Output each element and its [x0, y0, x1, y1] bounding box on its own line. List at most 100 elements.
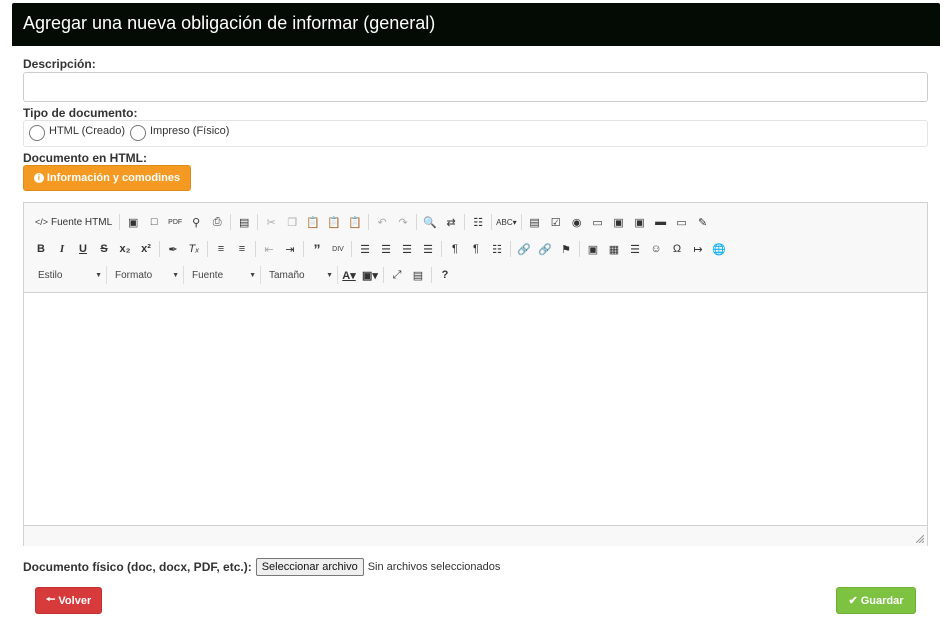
align-left-icon[interactable]: ☰	[356, 240, 374, 258]
smiley-icon[interactable]: ☺	[647, 240, 665, 258]
editor-toolbar: </> Fuente HTML ▣ □ PDF ⚲ ⎙ ▤ ✂ ❐ 📋 📋 📋 …	[24, 203, 927, 293]
chevron-down-icon: ▼	[249, 271, 256, 279]
paste-word-icon[interactable]: 📋	[346, 213, 364, 231]
save-icon[interactable]: ▣	[124, 213, 142, 231]
hidden-field-icon[interactable]: ✎	[694, 213, 712, 231]
button-field-icon[interactable]: ▬	[652, 213, 670, 231]
subscript-icon[interactable]: x₂	[116, 240, 134, 258]
toolbar-separator	[441, 241, 442, 257]
print-icon[interactable]: ⎙	[208, 213, 226, 231]
choose-file-button[interactable]: Seleccionar archivo	[255, 558, 364, 576]
image-button-icon[interactable]: ▭	[673, 213, 691, 231]
radio-printed-physical-label[interactable]: Impreso (Físico)	[150, 125, 229, 137]
justify-icon[interactable]: ☰	[419, 240, 437, 258]
style-combo[interactable]: Estilo ▼	[32, 266, 107, 284]
paste-icon[interactable]: 📋	[304, 213, 322, 231]
horizontal-rule-icon[interactable]: ☰	[626, 240, 644, 258]
align-right-icon[interactable]: ☰	[398, 240, 416, 258]
find-icon[interactable]: 🔍	[421, 213, 439, 231]
font-combo[interactable]: Fuente ▼	[186, 266, 261, 284]
help-icon[interactable]: ?	[436, 266, 454, 284]
paste-text-icon[interactable]: 📋	[325, 213, 343, 231]
maximize-icon[interactable]: ⤢	[388, 266, 406, 284]
back-button[interactable]: 🠔 Volver	[35, 587, 102, 614]
strikethrough-icon[interactable]: S	[95, 240, 113, 258]
cut-icon[interactable]: ✂	[262, 213, 280, 231]
size-combo[interactable]: Tamaño ▼	[263, 266, 338, 284]
indent-icon[interactable]: ⇥	[281, 240, 299, 258]
toolbar-separator	[579, 241, 580, 257]
blockquote-icon[interactable]: ”	[308, 240, 326, 258]
radio-printed-physical[interactable]	[130, 125, 146, 141]
bold-icon[interactable]: B	[32, 240, 50, 258]
format-combo-label: Formato	[115, 269, 153, 281]
background-color-icon[interactable]: ▣▾	[361, 266, 379, 284]
source-button[interactable]: </> Fuente HTML	[32, 213, 115, 231]
preview-icon[interactable]: ⚲	[187, 213, 205, 231]
save-button-label: Guardar	[860, 594, 904, 607]
select-all-icon[interactable]: ☷	[469, 213, 487, 231]
toolbar-separator	[159, 241, 160, 257]
spellcheck-icon[interactable]: ABC▾	[496, 213, 516, 231]
copy-icon[interactable]: ❐	[283, 213, 301, 231]
radio-html-created-label[interactable]: HTML (Creado)	[49, 125, 125, 137]
save-button[interactable]: ✔ Guardar	[836, 587, 916, 614]
redo-icon[interactable]: ↷	[394, 213, 412, 231]
text-color-icon[interactable]: A▾	[340, 266, 358, 284]
format-combo[interactable]: Formato ▼	[109, 266, 184, 284]
info-wildcards-button[interactable]: i Información y comodines	[23, 165, 191, 191]
div-container-icon[interactable]: DIV	[329, 240, 347, 258]
link-icon[interactable]: 🔗	[515, 240, 533, 258]
description-input[interactable]	[23, 72, 928, 102]
superscript-icon[interactable]: x²	[137, 240, 155, 258]
select-field-icon[interactable]: ▣	[631, 213, 649, 231]
toolbar-separator	[431, 267, 432, 283]
resize-grip-icon[interactable]	[916, 535, 924, 543]
align-center-icon[interactable]: ☰	[377, 240, 395, 258]
language-icon[interactable]: ☷	[488, 240, 506, 258]
iframe-globe-icon[interactable]: 🌐	[710, 240, 728, 258]
toolbar-separator	[383, 267, 384, 283]
copy-format-icon[interactable]: ✒	[164, 240, 182, 258]
rich-text-editor: </> Fuente HTML ▣ □ PDF ⚲ ⎙ ▤ ✂ ❐ 📋 📋 📋 …	[23, 202, 928, 546]
undo-icon[interactable]: ↶	[373, 213, 391, 231]
ltr-icon[interactable]: ¶	[446, 240, 464, 258]
form-icon[interactable]: ▤	[526, 213, 544, 231]
toolbar-row-3: Estilo ▼ Formato ▼ Fuente ▼ Tamaño ▼ A▾ …	[32, 265, 457, 285]
new-page-icon[interactable]: □	[145, 213, 163, 231]
toolbar-row-1: </> Fuente HTML ▣ □ PDF ⚲ ⎙ ▤ ✂ ❐ 📋 📋 📋 …	[32, 212, 715, 232]
checkbox-icon[interactable]: ☑	[547, 213, 565, 231]
toolbar-separator	[491, 214, 493, 230]
italic-icon[interactable]: I	[53, 240, 71, 258]
editor-content-area[interactable]	[24, 293, 927, 525]
page-break-icon[interactable]: ↦	[689, 240, 707, 258]
toolbar-separator	[368, 214, 370, 230]
page-header: Agregar una nueva obligación de informar…	[12, 3, 940, 46]
outdent-icon[interactable]: ⇤	[260, 240, 278, 258]
textarea-icon[interactable]: ▣	[610, 213, 628, 231]
chevron-down-icon: ▼	[326, 271, 333, 279]
rtl-icon[interactable]: ¶	[467, 240, 485, 258]
radio-icon[interactable]: ◉	[568, 213, 586, 231]
toolbar-separator	[520, 214, 522, 230]
image-icon[interactable]: ▣	[584, 240, 602, 258]
special-char-icon[interactable]: Ω	[668, 240, 686, 258]
remove-format-icon[interactable]: Tₓ	[185, 240, 203, 258]
source-button-label: Fuente HTML	[51, 216, 113, 228]
toolbar-separator	[351, 241, 352, 257]
doc-type-label: Tipo de documento:	[23, 106, 138, 120]
info-icon: i	[33, 173, 44, 183]
textfield-icon[interactable]: ▭	[589, 213, 607, 231]
export-pdf-icon[interactable]: PDF	[166, 213, 184, 231]
numbered-list-icon[interactable]: ≡	[212, 240, 230, 258]
templates-icon[interactable]: ▤	[235, 213, 253, 231]
replace-icon[interactable]: ⇄	[442, 213, 460, 231]
table-icon[interactable]: ▦	[605, 240, 623, 258]
anchor-flag-icon[interactable]: ⚑	[557, 240, 575, 258]
show-blocks-icon[interactable]: ▤	[409, 266, 427, 284]
physical-doc-label: Documento físico (doc, docx, PDF, etc.):	[23, 560, 252, 574]
bulleted-list-icon[interactable]: ≡	[233, 240, 251, 258]
underline-icon[interactable]: U	[74, 240, 92, 258]
unlink-icon[interactable]: 🔗	[536, 240, 554, 258]
radio-html-created[interactable]	[29, 125, 45, 141]
